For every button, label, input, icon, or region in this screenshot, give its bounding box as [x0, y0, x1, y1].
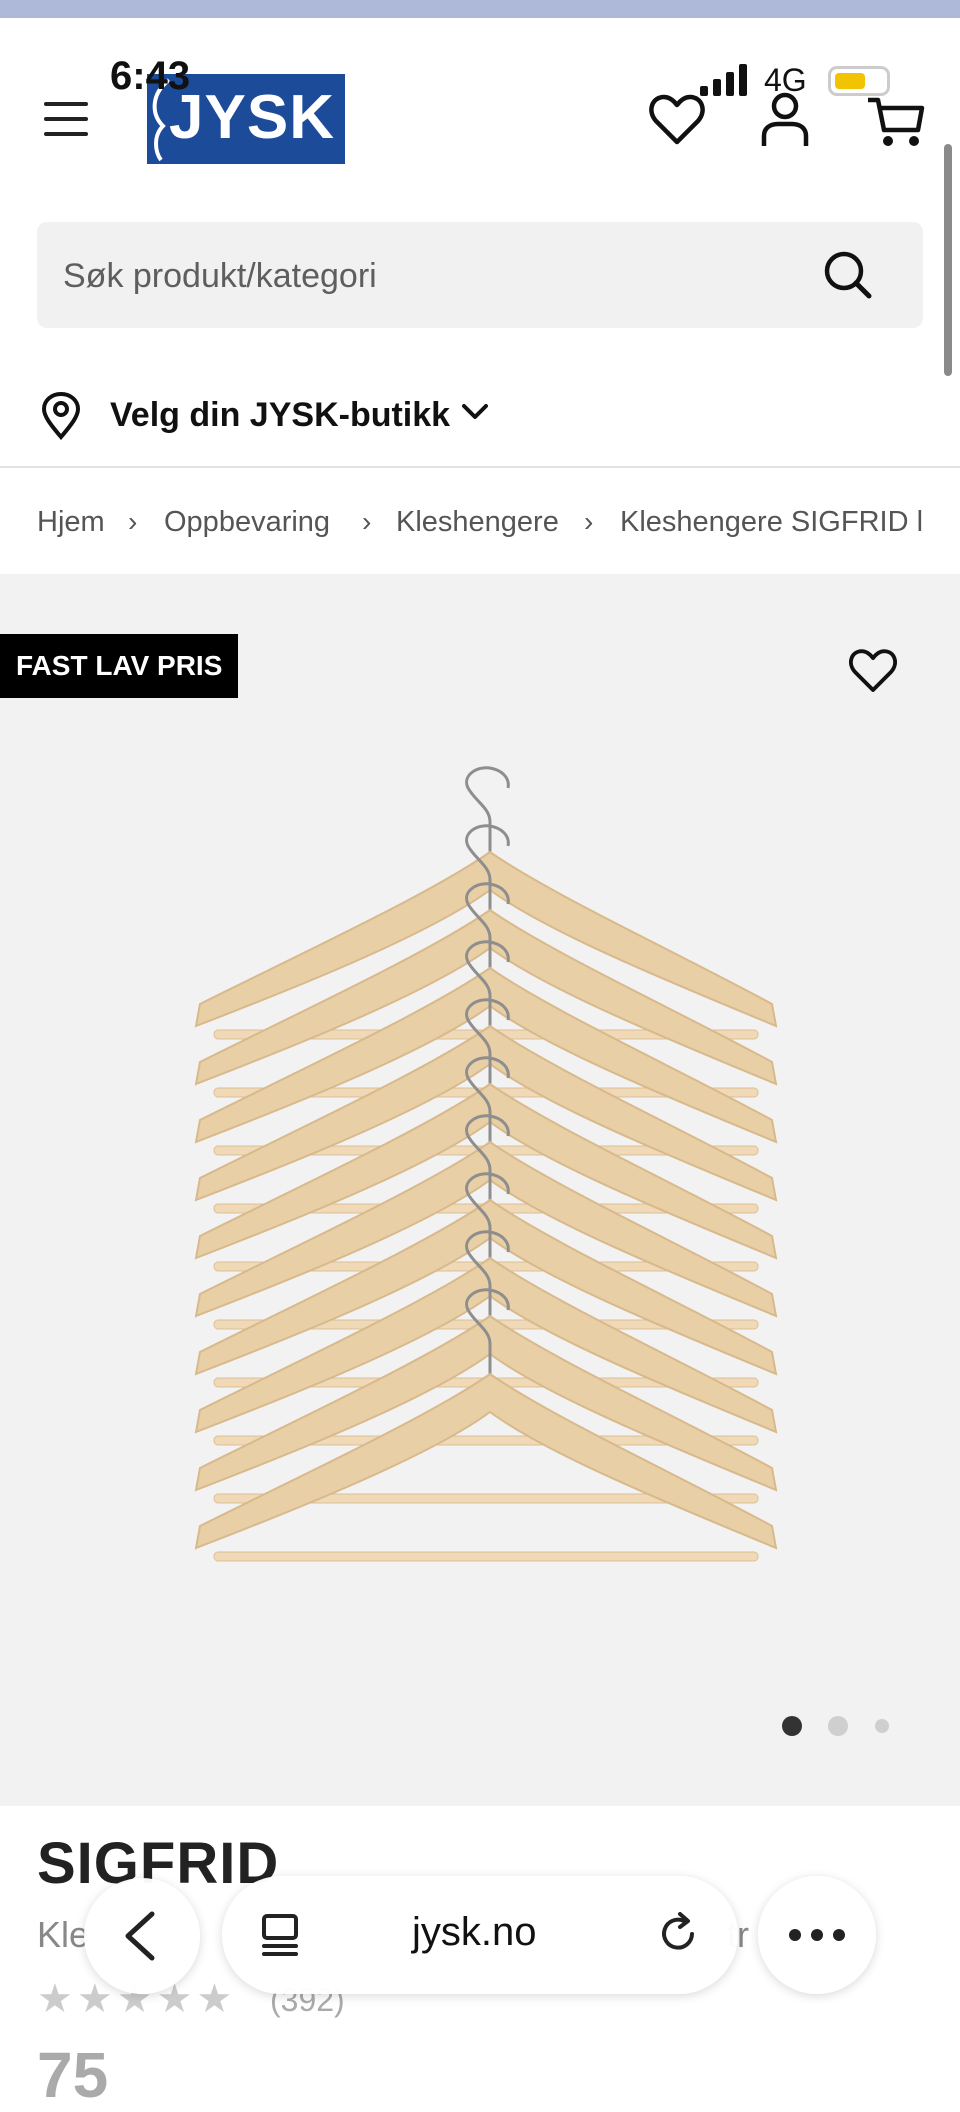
location-pin-icon: [41, 392, 81, 440]
search-icon[interactable]: [823, 250, 873, 300]
store-selector[interactable]: Velg din JYSK-butikk: [0, 362, 960, 468]
breadcrumb-item-hangers[interactable]: Kleshengere: [396, 506, 559, 539]
add-to-wishlist-icon[interactable]: [848, 648, 898, 694]
tabs-icon[interactable]: [258, 1912, 304, 1958]
address-bar[interactable]: jysk.no: [222, 1876, 738, 1994]
battery-icon: [828, 66, 890, 96]
wooden-hangers-product-image: [194, 766, 778, 1562]
menu-icon[interactable]: [44, 102, 88, 138]
more-options-button[interactable]: [758, 1876, 876, 1994]
scrollbar[interactable]: [944, 144, 952, 376]
browser-toolbar: jysk.no: [0, 1874, 960, 2004]
chevron-down-icon: [462, 404, 488, 419]
cart-icon[interactable]: [866, 94, 926, 148]
status-time: 6:43: [110, 54, 191, 98]
product-price: 75: [37, 2039, 109, 2111]
breadcrumb-separator-icon: ›: [128, 506, 138, 537]
carousel-dots[interactable]: [782, 1716, 911, 1736]
breadcrumb: Hjem › Oppbevaring › Kleshengere › Klesh…: [0, 468, 960, 574]
breadcrumb-item-current: Kleshengere SIGFRID l: [620, 506, 924, 538]
store-label: Velg din JYSK-butikk: [110, 396, 451, 434]
carousel-dot-3[interactable]: [874, 1719, 889, 1733]
breadcrumb-item-home[interactable]: Hjem: [37, 506, 105, 539]
status-bar-strip: [0, 0, 960, 18]
product-gallery[interactable]: FAST LAV PRIS: [0, 574, 960, 1806]
signal-icon: [700, 64, 747, 96]
chevron-left-icon: [125, 1911, 155, 1961]
site-header: JYSK 6:43 4G: [0, 18, 960, 208]
breadcrumb-separator-icon: ›: [362, 506, 372, 537]
back-button[interactable]: [84, 1878, 200, 1994]
more-dots-icon: [789, 1929, 845, 1941]
url-text[interactable]: jysk.no: [412, 1910, 537, 1955]
breadcrumb-item-storage[interactable]: Oppbevaring: [164, 506, 330, 539]
reload-icon[interactable]: [654, 1910, 702, 1958]
breadcrumb-separator-icon: ›: [584, 506, 594, 537]
account-icon[interactable]: [760, 92, 810, 148]
logo-text: JYSK: [169, 83, 335, 152]
search-bar[interactable]: [37, 222, 923, 330]
price-badge: FAST LAV PRIS: [0, 634, 239, 698]
wishlist-heart-icon[interactable]: [648, 94, 706, 146]
carousel-dot-1[interactable]: [782, 1716, 802, 1736]
carousel-dot-2[interactable]: [828, 1716, 849, 1736]
search-input[interactable]: [61, 222, 825, 330]
